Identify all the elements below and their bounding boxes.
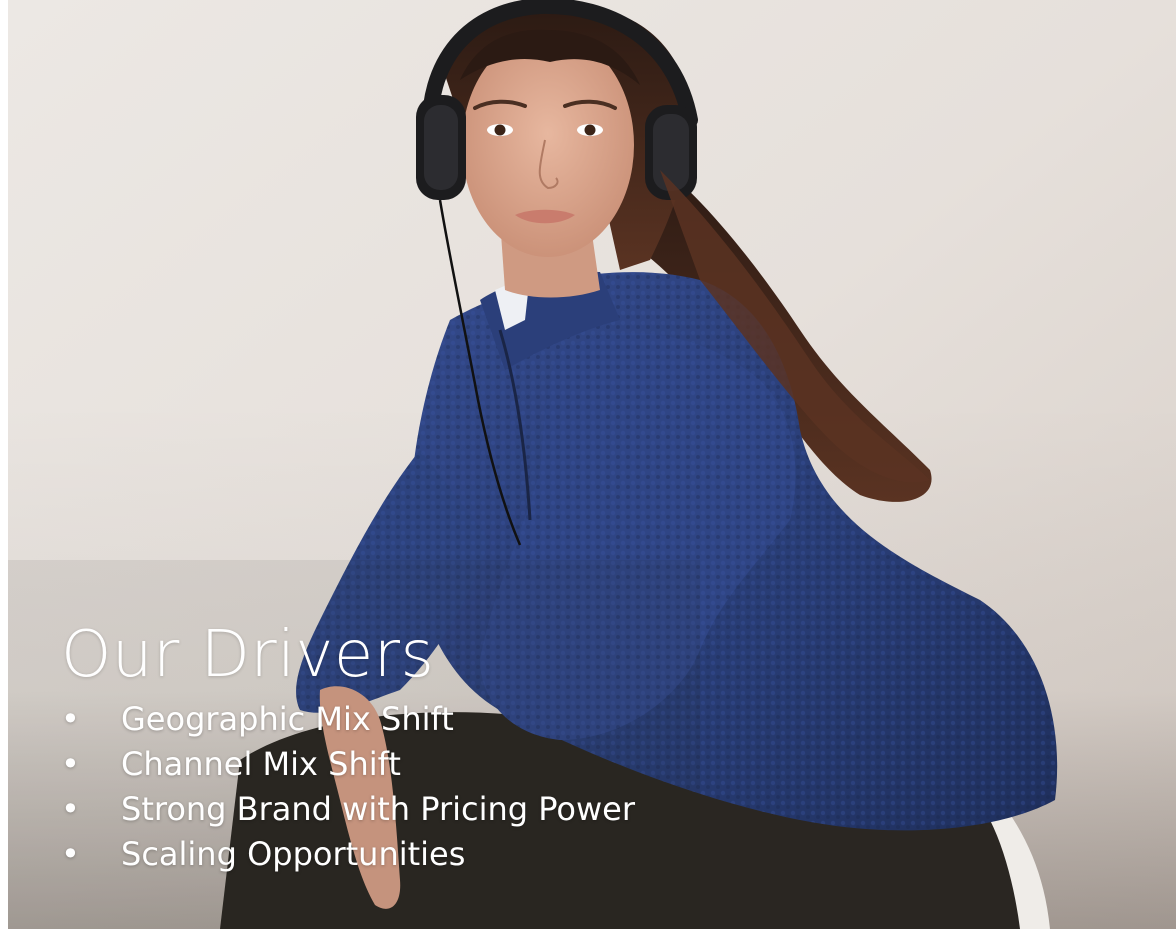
bullet-icon: • <box>61 745 80 783</box>
slide-title: Our Drivers <box>61 618 435 692</box>
list-item-text: Scaling Opportunities <box>121 835 466 873</box>
bullet-icon: • <box>61 835 80 873</box>
slide: Our Drivers • Geographic Mix Shift • Cha… <box>0 0 1176 929</box>
list-item-text: Strong Brand with Pricing Power <box>121 790 635 828</box>
list-item-text: Geographic Mix Shift <box>121 700 454 738</box>
list-item-text: Channel Mix Shift <box>121 745 401 783</box>
slide-left-margin <box>0 0 8 929</box>
bullet-icon: • <box>61 790 80 828</box>
bullet-icon: • <box>61 700 80 738</box>
